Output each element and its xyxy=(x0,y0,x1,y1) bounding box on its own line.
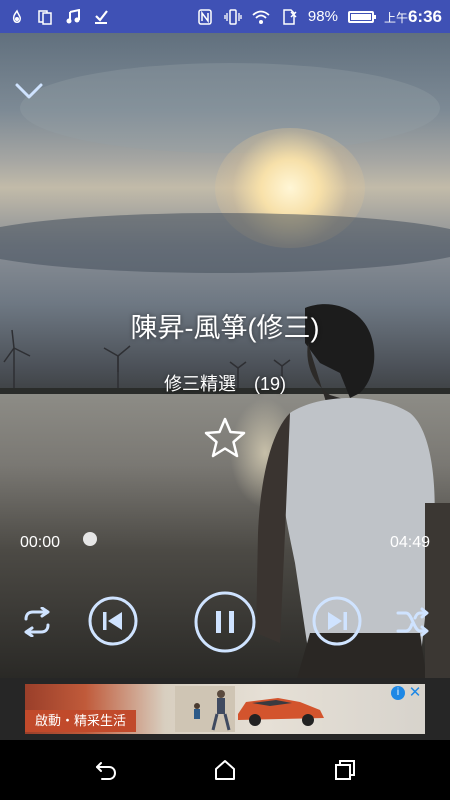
back-icon[interactable] xyxy=(94,758,118,782)
navigation-bar xyxy=(0,740,450,800)
battery-percent: 98% xyxy=(307,8,338,25)
star-icon[interactable] xyxy=(203,416,247,460)
cloud xyxy=(20,63,440,153)
song-title: 陳昇-風箏(修三) xyxy=(130,313,320,343)
battery-level xyxy=(350,13,371,20)
boardwalk xyxy=(425,503,450,678)
ad-tagline: 啟動・精采生活 xyxy=(25,710,137,732)
status-bar: 98% 上午6:36 xyxy=(0,0,450,33)
wifi-icon xyxy=(252,8,270,26)
now-playing-background xyxy=(0,33,450,678)
clock: 6:36 xyxy=(407,6,442,26)
current-time: 00:00 xyxy=(20,534,61,551)
download-check-icon xyxy=(92,8,110,26)
no-sim-icon xyxy=(280,8,298,26)
status-right-icons: 98% 上午6:36 xyxy=(196,7,442,27)
am-pm: 上午 xyxy=(383,10,408,25)
shuffle-icon[interactable] xyxy=(396,607,430,637)
ad-car-image xyxy=(238,698,324,726)
next-icon[interactable] xyxy=(312,596,362,646)
copy-icon xyxy=(36,8,54,26)
ad-people-image xyxy=(175,686,235,732)
cloud xyxy=(0,213,450,273)
music-note-icon xyxy=(64,8,82,26)
nfc-icon xyxy=(196,8,214,26)
ad-close-icon[interactable]: ✕ xyxy=(407,685,423,701)
vibrate-icon xyxy=(224,8,242,26)
recents-icon[interactable] xyxy=(333,758,357,782)
seek-thumb[interactable] xyxy=(83,532,97,546)
status-left-icons xyxy=(8,8,110,26)
ad-info-icon[interactable]: i xyxy=(391,686,405,700)
home-icon[interactable] xyxy=(213,758,237,782)
battery-icon xyxy=(347,10,376,23)
fire-tv-icon xyxy=(8,8,26,26)
ad-creative[interactable]: 啟動・精采生活 i ✕ xyxy=(25,684,425,734)
ad-banner[interactable]: 啟動・精采生活 i ✕ xyxy=(0,678,450,740)
album-name: 修三精選 (19) xyxy=(163,374,286,394)
chevron-down-icon[interactable] xyxy=(14,79,44,103)
previous-icon[interactable] xyxy=(88,596,138,646)
total-time: 04:49 xyxy=(389,534,430,551)
pause-icon[interactable] xyxy=(194,591,256,653)
repeat-icon[interactable] xyxy=(20,607,54,637)
